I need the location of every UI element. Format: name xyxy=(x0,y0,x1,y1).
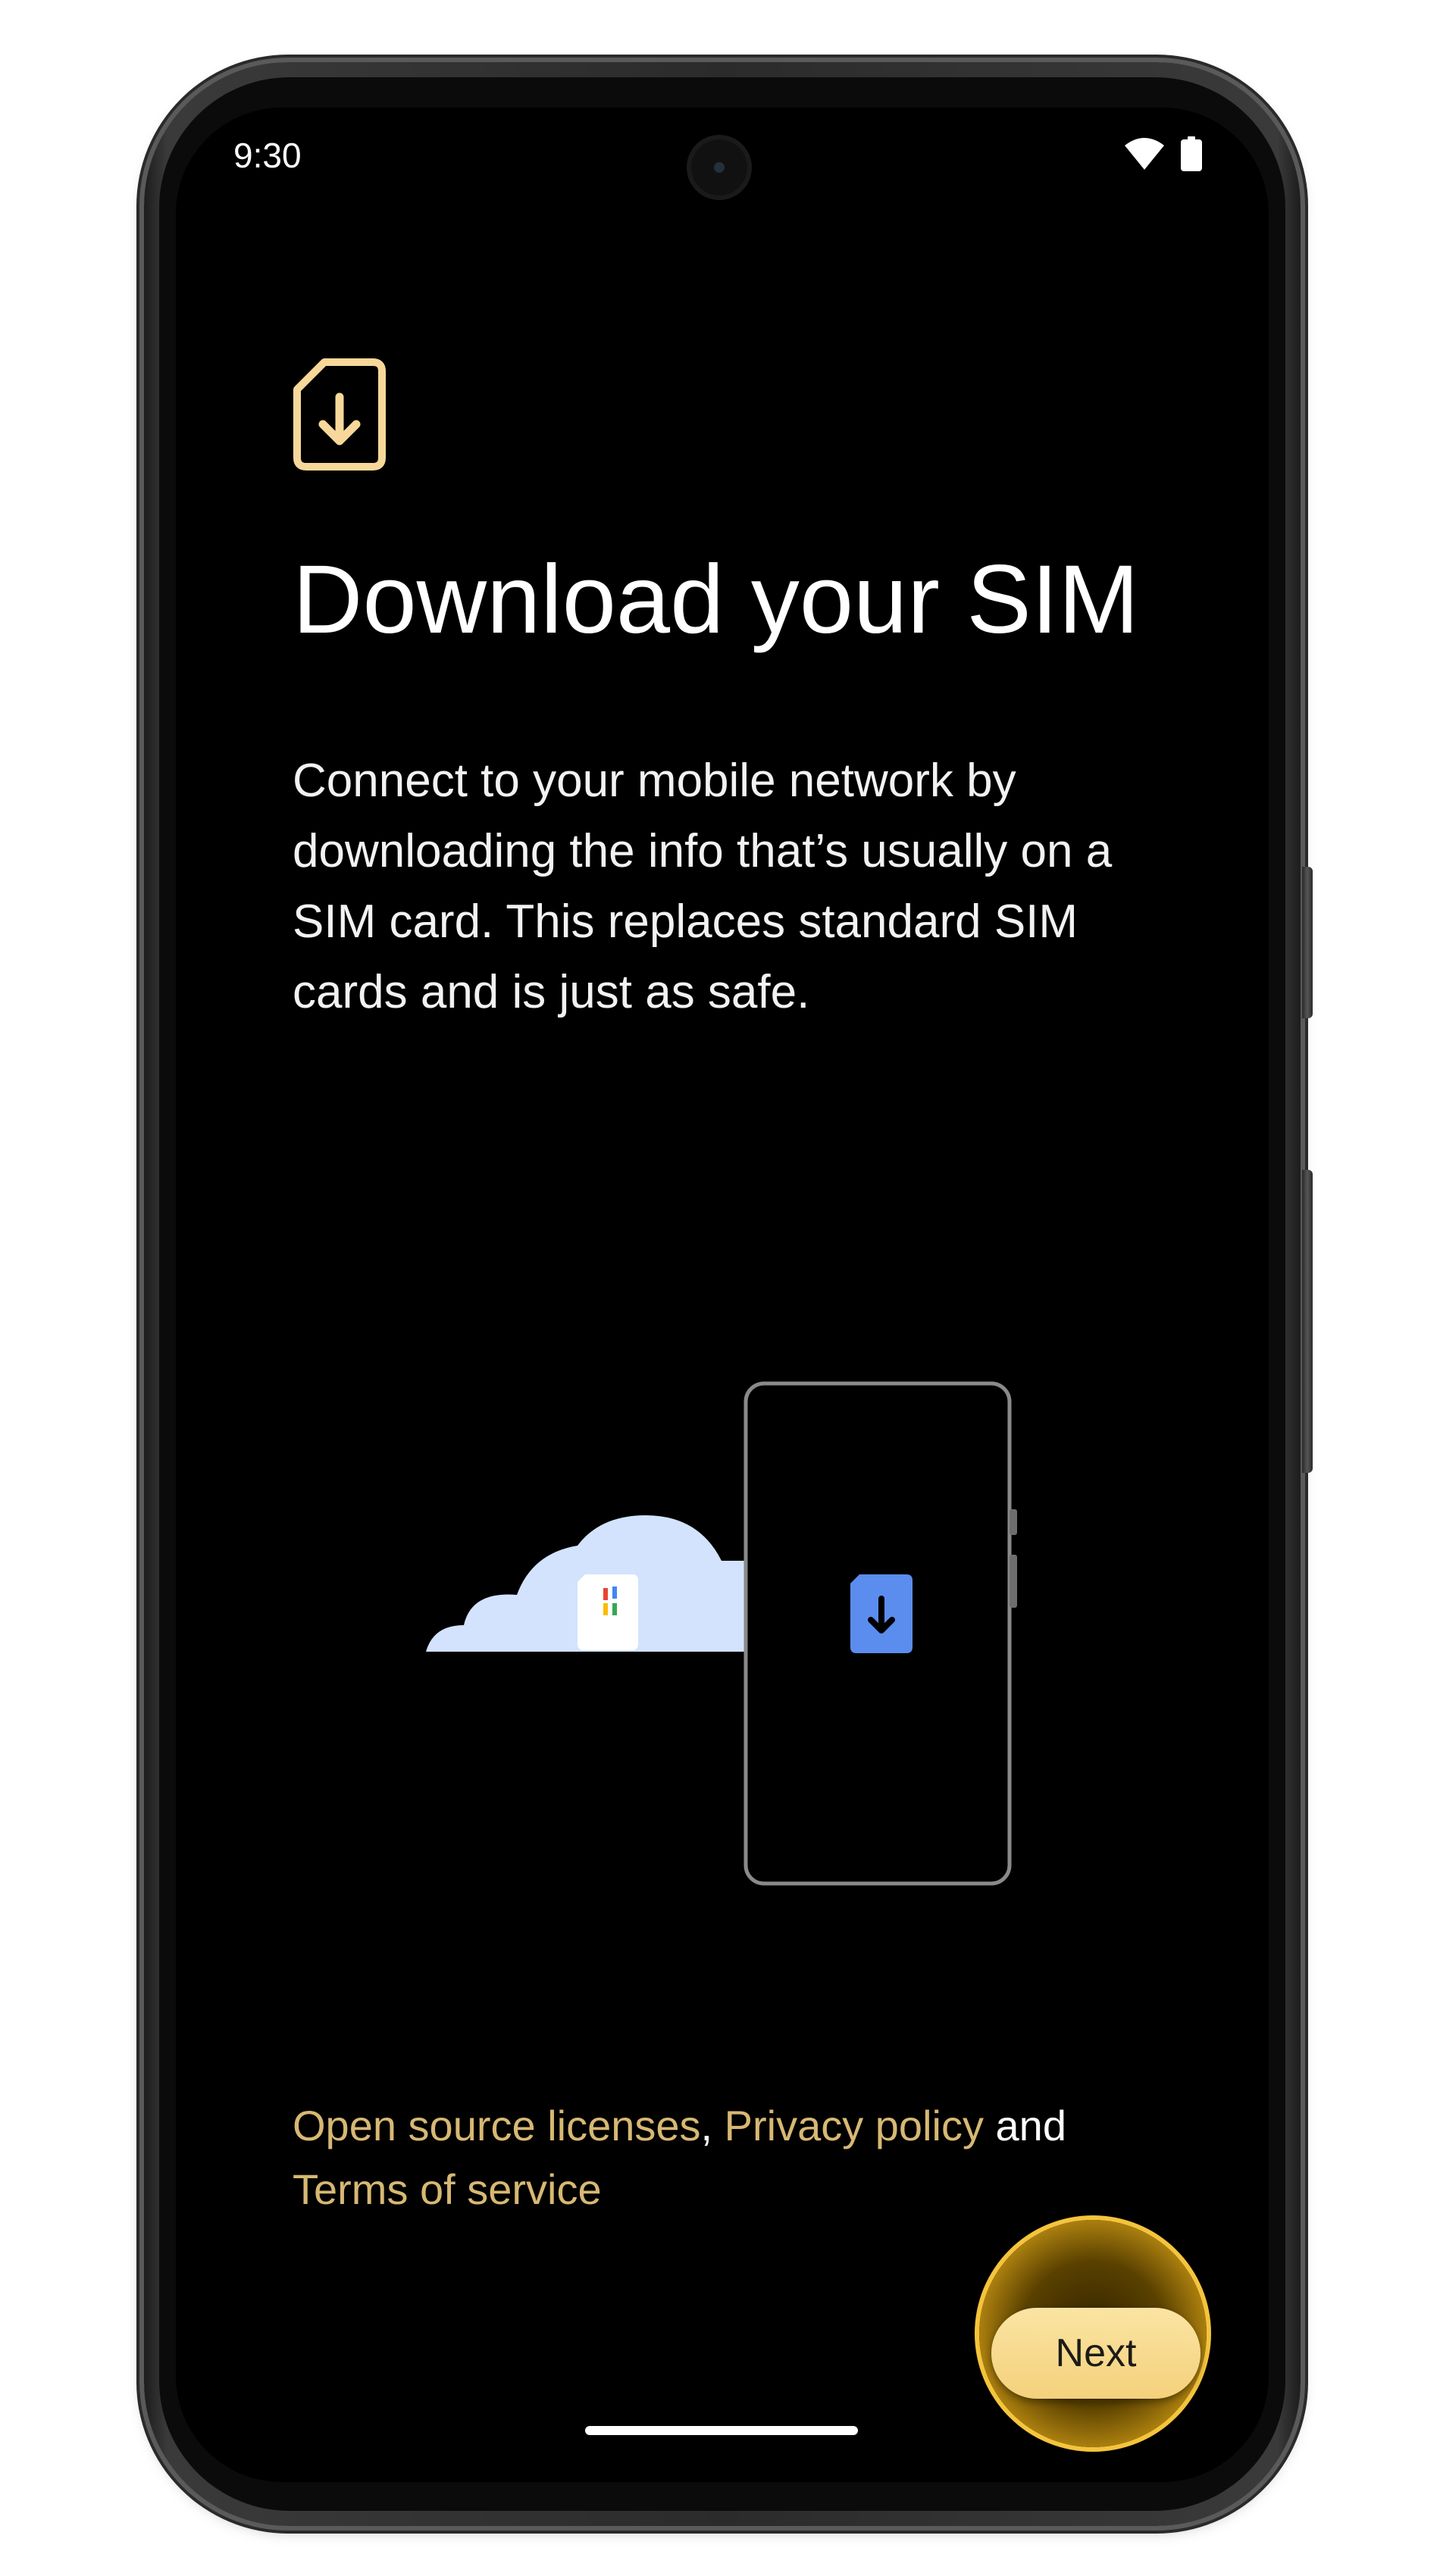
screen: 9:30 Download your SIM Connect to your m… xyxy=(176,108,1269,2482)
sim-card-icon xyxy=(578,1574,638,1650)
open-source-licenses-link[interactable]: Open source licenses xyxy=(293,2102,701,2149)
gesture-nav-handle[interactable] xyxy=(585,2426,858,2435)
status-icons xyxy=(1125,136,1202,171)
wifi-icon xyxy=(1125,138,1164,170)
privacy-policy-link[interactable]: Privacy policy xyxy=(725,2102,984,2149)
page-title: Download your SIM xyxy=(293,546,1139,654)
battery-icon xyxy=(1181,136,1202,171)
page-description: Connect to your mobile network by downlo… xyxy=(293,755,1113,1018)
legal-comma: , xyxy=(700,2102,713,2149)
status-bar: 9:30 xyxy=(176,108,1269,200)
legal-and: and xyxy=(995,2102,1066,2149)
legal-links: Open source licenses, Privacy policy and… xyxy=(293,2094,1202,2221)
status-time: 9:30 xyxy=(233,136,302,175)
volume-button xyxy=(1302,1170,1313,1473)
phone-device-frame: 9:30 Download your SIM Connect to your m… xyxy=(144,62,1313,2526)
sim-download-icon xyxy=(293,358,386,470)
front-camera xyxy=(687,135,752,200)
next-button[interactable]: Next xyxy=(991,2308,1201,2399)
esim-illustration xyxy=(426,1381,1017,1886)
esim-download-icon xyxy=(850,1574,913,1653)
terms-of-service-link[interactable]: Terms of service xyxy=(293,2165,602,2213)
power-button xyxy=(1302,867,1313,1018)
